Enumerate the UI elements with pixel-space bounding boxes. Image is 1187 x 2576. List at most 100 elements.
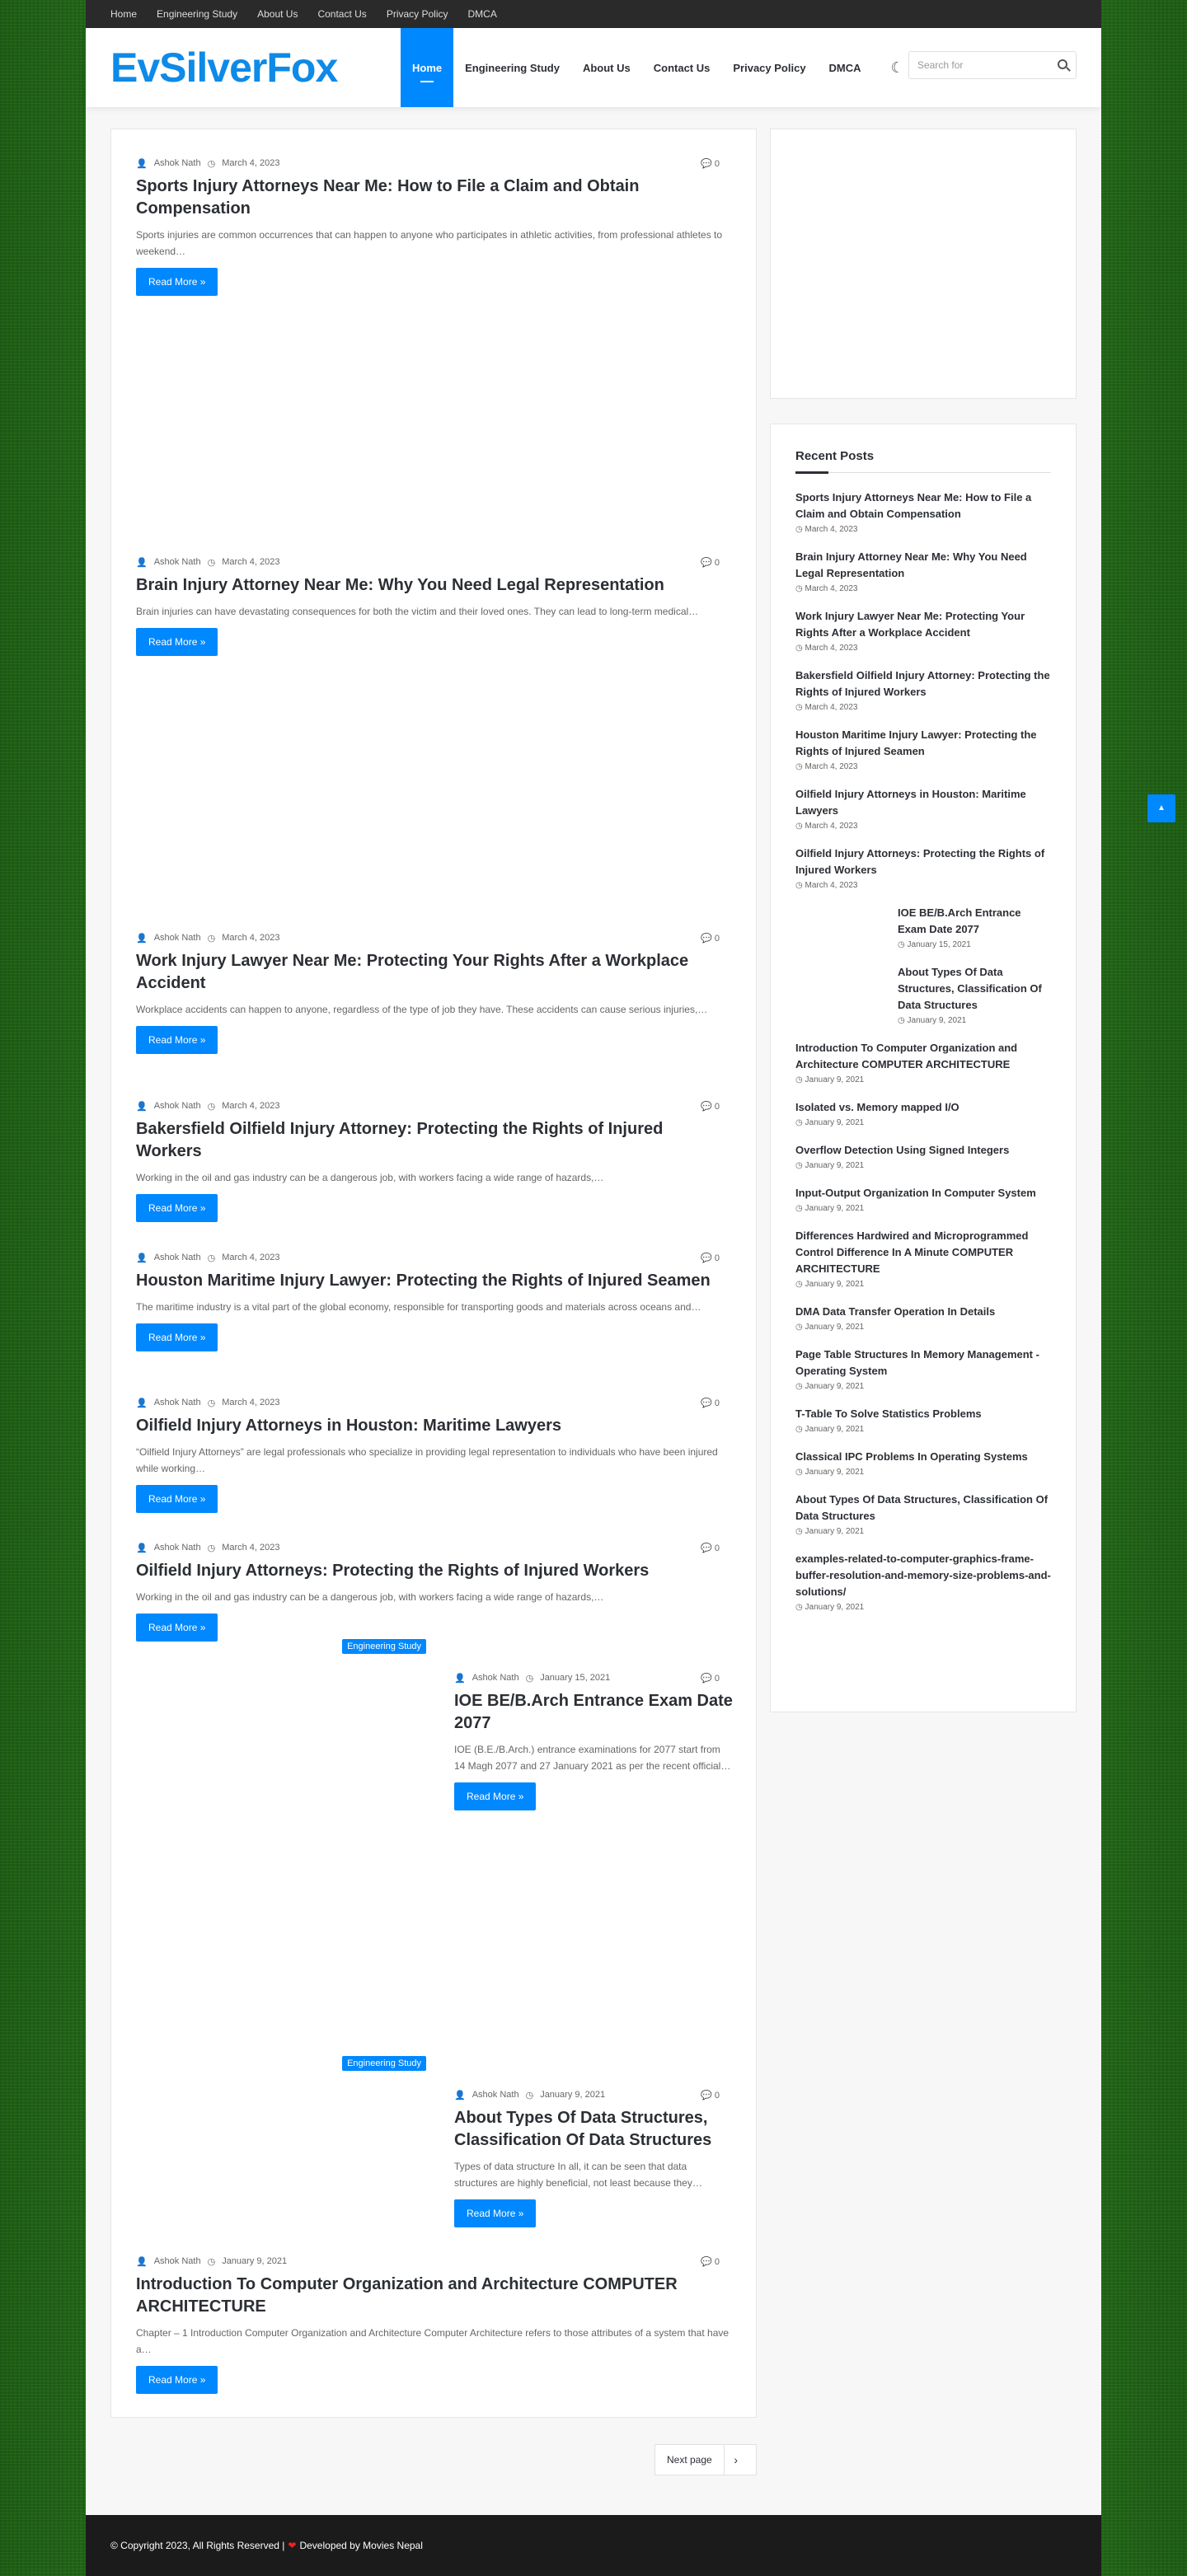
- next-page-link[interactable]: Next page: [655, 2444, 725, 2475]
- post-author[interactable]: Ashok Nath: [154, 158, 201, 168]
- read-more-button[interactable]: Read More »: [136, 628, 218, 656]
- comment-count[interactable]: 💬 0: [701, 557, 726, 568]
- recent-post-item[interactable]: Classical IPC Problems In Operating Syst…: [795, 1449, 1051, 1477]
- nav-contact-us[interactable]: Contact Us: [642, 28, 722, 107]
- recent-post-item[interactable]: Differences Hardwired and Microprogramme…: [795, 1228, 1051, 1289]
- recent-post-item[interactable]: examples-related-to-computer-graphics-fr…: [795, 1551, 1051, 1612]
- recent-post-item[interactable]: Input-Output Organization In Computer Sy…: [795, 1185, 1051, 1213]
- category-badge[interactable]: Engineering Study: [342, 1639, 426, 1654]
- recent-post-title[interactable]: Oilfield Injury Attorneys: Protecting th…: [795, 845, 1051, 878]
- comment-count[interactable]: 💬 0: [701, 1253, 726, 1263]
- read-more-button[interactable]: Read More »: [136, 2366, 218, 2394]
- recent-post-item[interactable]: Brain Injury Attorney Near Me: Why You N…: [795, 549, 1051, 593]
- read-more-button[interactable]: Read More »: [136, 1485, 218, 1513]
- recent-post-item[interactable]: Oilfield Injury Attorneys: Protecting th…: [795, 845, 1051, 890]
- post-title[interactable]: Work Injury Lawyer Near Me: Protecting Y…: [136, 950, 733, 995]
- post-title[interactable]: Oilfield Injury Attorneys: Protecting th…: [136, 1560, 733, 1582]
- recent-post-title[interactable]: Oilfield Injury Attorneys in Houston: Ma…: [795, 786, 1051, 819]
- recent-post-title[interactable]: DMA Data Transfer Operation In Details: [795, 1304, 1051, 1320]
- recent-post-item[interactable]: Introduction To Computer Organization an…: [795, 1040, 1051, 1084]
- topnav-about-us[interactable]: About Us: [257, 8, 298, 20]
- recent-post-item[interactable]: Oilfield Injury Attorneys in Houston: Ma…: [795, 786, 1051, 831]
- post-author[interactable]: Ashok Nath: [154, 1398, 201, 1407]
- recent-post-item[interactable]: About Types Of Data Structures, Classifi…: [795, 964, 1051, 1025]
- recent-post-title[interactable]: About Types Of Data Structures, Classifi…: [898, 964, 1051, 1014]
- topnav-contact-us[interactable]: Contact Us: [317, 8, 366, 20]
- post-thumbnail[interactable]: Engineering Study: [136, 1639, 426, 2041]
- comment-count[interactable]: 💬 0: [701, 1398, 726, 1408]
- read-more-button[interactable]: Read More »: [454, 1782, 537, 1810]
- site-logo[interactable]: EvSilverFox: [110, 44, 401, 91]
- read-more-button[interactable]: Read More »: [136, 1026, 218, 1054]
- recent-post-item[interactable]: Page Table Structures In Memory Manageme…: [795, 1347, 1051, 1391]
- recent-post-title[interactable]: T-Table To Solve Statistics Problems: [795, 1406, 1051, 1422]
- topnav-privacy-policy[interactable]: Privacy Policy: [387, 8, 448, 20]
- recent-post-title[interactable]: Input-Output Organization In Computer Sy…: [795, 1185, 1051, 1201]
- post-author[interactable]: Ashok Nath: [472, 1673, 519, 1683]
- comment-count[interactable]: 💬 0: [701, 2256, 726, 2267]
- chevron-right-icon[interactable]: ›: [725, 2453, 748, 2466]
- comment-count[interactable]: 💬 0: [701, 2090, 726, 2101]
- recent-post-title[interactable]: Overflow Detection Using Signed Integers: [795, 1142, 1051, 1159]
- topnav-engineering-study[interactable]: Engineering Study: [157, 8, 237, 20]
- recent-post-title[interactable]: Sports Injury Attorneys Near Me: How to …: [795, 489, 1051, 522]
- post-author[interactable]: Ashok Nath: [154, 1101, 201, 1111]
- recent-post-item[interactable]: IOE BE/B.Arch Entrance Exam Date 2077 Jan…: [795, 905, 1051, 949]
- comment-count[interactable]: 💬 0: [701, 1101, 726, 1112]
- recent-post-title[interactable]: Differences Hardwired and Microprogramme…: [795, 1228, 1051, 1277]
- post-title[interactable]: IOE BE/B.Arch Entrance Exam Date 2077: [454, 1690, 733, 1735]
- post-author[interactable]: Ashok Nath: [154, 933, 201, 943]
- post-thumbnail[interactable]: Engineering Study: [136, 2056, 426, 2254]
- post-title[interactable]: Sports Injury Attorneys Near Me: How to …: [136, 176, 733, 220]
- recent-post-title[interactable]: Isolated vs. Memory mapped I/O: [795, 1099, 1051, 1116]
- recent-post-item[interactable]: DMA Data Transfer Operation In Details Ja…: [795, 1304, 1051, 1332]
- recent-post-item[interactable]: Isolated vs. Memory mapped I/O January 9,…: [795, 1099, 1051, 1127]
- recent-post-item[interactable]: T-Table To Solve Statistics Problems Janu…: [795, 1406, 1051, 1434]
- post-title[interactable]: Bakersfield Oilfield Injury Attorney: Pr…: [136, 1118, 733, 1163]
- comment-count[interactable]: 💬 0: [701, 1673, 726, 1684]
- recent-post-title[interactable]: IOE BE/B.Arch Entrance Exam Date 2077: [898, 905, 1051, 938]
- comment-count[interactable]: 💬 0: [701, 933, 726, 944]
- comment-count[interactable]: 💬 0: [701, 1543, 726, 1553]
- search-icon[interactable]: [1058, 59, 1067, 69]
- post-author[interactable]: Ashok Nath: [154, 1253, 201, 1262]
- post-author[interactable]: Ashok Nath: [472, 2090, 519, 2100]
- recent-post-title[interactable]: Brain Injury Attorney Near Me: Why You N…: [795, 549, 1051, 582]
- recent-post-item[interactable]: Work Injury Lawyer Near Me: Protecting Y…: [795, 608, 1051, 653]
- post-title[interactable]: Brain Injury Attorney Near Me: Why You N…: [136, 574, 733, 597]
- recent-post-title[interactable]: Classical IPC Problems In Operating Syst…: [795, 1449, 1051, 1465]
- comment-count[interactable]: 💬 0: [701, 158, 726, 169]
- topnav-home[interactable]: Home: [110, 8, 137, 20]
- recent-post-title[interactable]: examples-related-to-computer-graphics-fr…: [795, 1551, 1051, 1600]
- post-author[interactable]: Ashok Nath: [154, 1543, 201, 1553]
- nav-home[interactable]: Home: [401, 28, 454, 107]
- nav-privacy-policy[interactable]: Privacy Policy: [721, 28, 817, 107]
- nav-engineering-study[interactable]: Engineering Study: [453, 28, 571, 107]
- recent-post-title[interactable]: Page Table Structures In Memory Manageme…: [795, 1347, 1051, 1379]
- read-more-button[interactable]: Read More »: [136, 268, 218, 296]
- post-author[interactable]: Ashok Nath: [154, 557, 201, 567]
- category-badge[interactable]: Engineering Study: [342, 2056, 426, 2071]
- read-more-button[interactable]: Read More »: [136, 1614, 218, 1642]
- recent-post-item[interactable]: Bakersfield Oilfield Injury Attorney: Pr…: [795, 667, 1051, 712]
- nav-about-us[interactable]: About Us: [571, 28, 642, 107]
- nav-dmca[interactable]: DMCA: [818, 28, 873, 107]
- post-author[interactable]: Ashok Nath: [154, 2256, 201, 2266]
- recent-post-title[interactable]: Bakersfield Oilfield Injury Attorney: Pr…: [795, 667, 1051, 700]
- recent-post-title[interactable]: Work Injury Lawyer Near Me: Protecting Y…: [795, 608, 1051, 641]
- dark-mode-icon[interactable]: ☾: [891, 59, 904, 77]
- read-more-button[interactable]: Read More »: [136, 1323, 218, 1351]
- topnav-dmca[interactable]: DMCA: [468, 8, 497, 20]
- recent-post-title[interactable]: Introduction To Computer Organization an…: [795, 1040, 1051, 1073]
- recent-post-item[interactable]: Sports Injury Attorneys Near Me: How to …: [795, 489, 1051, 534]
- recent-post-item[interactable]: Overflow Detection Using Signed Integers…: [795, 1142, 1051, 1170]
- post-title[interactable]: Introduction To Computer Organization an…: [136, 2274, 733, 2318]
- recent-post-item[interactable]: Houston Maritime Injury Lawyer: Protecti…: [795, 727, 1051, 771]
- post-title[interactable]: Houston Maritime Injury Lawyer: Protecti…: [136, 1270, 733, 1292]
- recent-post-title[interactable]: Houston Maritime Injury Lawyer: Protecti…: [795, 727, 1051, 760]
- search-input[interactable]: [917, 59, 1049, 71]
- read-more-button[interactable]: Read More »: [454, 2199, 537, 2227]
- post-title[interactable]: Oilfield Injury Attorneys in Houston: Ma…: [136, 1415, 733, 1437]
- read-more-button[interactable]: Read More »: [136, 1194, 218, 1222]
- post-title[interactable]: About Types Of Data Structures, Classifi…: [454, 2107, 733, 2152]
